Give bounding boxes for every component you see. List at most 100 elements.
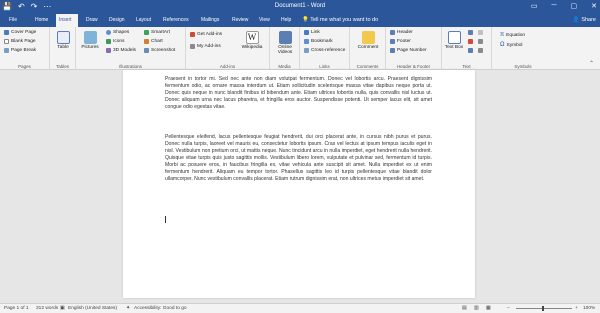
- document-page[interactable]: Praesent in tortor mi. Sed nec ante non …: [123, 70, 475, 298]
- table-icon: [56, 31, 70, 44]
- tab-view[interactable]: View: [256, 14, 273, 27]
- page-number-button[interactable]: Page Number: [390, 48, 427, 53]
- tab-design[interactable]: Design: [106, 14, 128, 27]
- drop-cap-icon: [468, 48, 473, 53]
- collapse-ribbon-icon[interactable]: ⌃: [589, 60, 594, 67]
- word-count[interactable]: 312 words: [36, 306, 58, 311]
- date-time-button[interactable]: [478, 39, 483, 44]
- group-text: Text Box Text: [442, 27, 492, 70]
- online-videos-button[interactable]: Online Videos: [272, 31, 298, 55]
- share-button[interactable]: 👤 Share: [573, 17, 596, 23]
- equation-button[interactable]: π Equation: [500, 32, 525, 38]
- tell-me-search[interactable]: 💡 Tell me what you want to do: [302, 17, 378, 23]
- cross-reference-button[interactable]: Cross-reference: [304, 48, 345, 53]
- language[interactable]: English (United States): [68, 306, 117, 311]
- group-comments: Comment Comments: [350, 27, 386, 70]
- status-bar: Page 1 of 1 312 words ▣ English (United …: [0, 303, 600, 313]
- header-icon: [390, 30, 395, 35]
- footer-button[interactable]: Footer: [390, 39, 411, 44]
- focus-mode-icon[interactable]: ▤: [462, 306, 467, 311]
- icons-icon: [106, 39, 111, 44]
- quick-parts-button[interactable]: [468, 30, 473, 35]
- wikipedia-icon: W: [245, 31, 259, 44]
- icons-button[interactable]: Icons: [106, 39, 124, 44]
- proofing-icon[interactable]: ▣: [60, 306, 65, 311]
- close-button[interactable]: ✕: [591, 2, 597, 10]
- my-addins-icon: [190, 44, 195, 49]
- tab-file[interactable]: File: [6, 14, 20, 27]
- tab-help[interactable]: Help: [278, 14, 294, 27]
- paragraph[interactable]: Pellentesque eleifend, lacus pellentesqu…: [165, 134, 432, 183]
- link-button[interactable]: Link: [304, 30, 320, 35]
- group-label: Text: [462, 64, 471, 69]
- cross-reference-icon: [304, 48, 309, 53]
- text-box-button[interactable]: Text Box: [444, 31, 464, 50]
- footer-icon: [390, 39, 395, 44]
- web-layout-icon[interactable]: ▦: [486, 306, 491, 311]
- group-label: Add-ins: [219, 64, 236, 69]
- ribbon: Cover Page Blank Page Page Break Pages T…: [0, 27, 600, 70]
- symbol-button[interactable]: Ω Symbol: [500, 42, 523, 48]
- page-count[interactable]: Page 1 of 1: [4, 306, 29, 311]
- cover-page-icon: [4, 30, 9, 35]
- group-illustrations: Pictures Shapes Icons 3D Models SmartArt…: [76, 27, 186, 70]
- tab-review[interactable]: Review: [229, 14, 251, 27]
- zoom-in-button[interactable]: +: [575, 306, 578, 311]
- group-media: Online Videos Media: [270, 27, 300, 70]
- accessibility-status[interactable]: Accessibility: Good to go: [134, 306, 187, 311]
- omega-icon: Ω: [500, 42, 505, 48]
- minimize-button[interactable]: ─: [552, 2, 557, 10]
- object-button[interactable]: [478, 48, 483, 53]
- group-symbols: π Equation Ω Symbol Symbols: [492, 27, 554, 70]
- page-break-button[interactable]: Page Break: [4, 48, 36, 53]
- tab-references[interactable]: References: [160, 14, 192, 27]
- header-button[interactable]: Header: [390, 30, 413, 35]
- video-icon: [278, 31, 292, 44]
- zoom-level[interactable]: 100%: [583, 306, 595, 311]
- comment-icon: [361, 31, 375, 44]
- group-label: Symbols: [514, 64, 532, 69]
- smartart-button[interactable]: SmartArt: [144, 30, 170, 35]
- my-addins-button[interactable]: My Add-ins: [190, 44, 221, 49]
- chart-button[interactable]: Chart: [144, 39, 163, 44]
- store-icon: [190, 32, 195, 37]
- tab-home[interactable]: Home: [32, 14, 51, 27]
- tab-layout[interactable]: Layout: [133, 14, 154, 27]
- ribbon-display-options-icon[interactable]: ▭: [531, 2, 538, 10]
- wordart-button[interactable]: [468, 39, 473, 44]
- tab-mailings[interactable]: Mailings: [198, 14, 222, 27]
- blank-page-icon: [4, 39, 9, 44]
- tab-draw[interactable]: Draw: [83, 14, 101, 27]
- cover-page-button[interactable]: Cover Page: [4, 30, 36, 35]
- paragraph[interactable]: Praesent in tortor mi. Sed nec ante non …: [165, 76, 432, 111]
- pi-icon: π: [500, 32, 505, 38]
- tab-insert[interactable]: Insert: [56, 14, 78, 27]
- date-time-icon: [478, 39, 483, 44]
- get-addins-button[interactable]: Get Add-ins: [190, 32, 222, 37]
- signature-line-button[interactable]: [478, 30, 483, 35]
- zoom-slider-thumb[interactable]: [542, 306, 544, 311]
- text-box-icon: [447, 31, 461, 44]
- 3d-models-button[interactable]: 3D Models: [106, 48, 136, 53]
- bookmark-button[interactable]: Bookmark: [304, 39, 333, 44]
- group-pages: Cover Page Blank Page Page Break Pages: [0, 27, 50, 70]
- print-layout-icon[interactable]: ▥: [474, 306, 479, 311]
- drop-cap-button[interactable]: [468, 48, 473, 53]
- screenshot-icon: [144, 48, 149, 53]
- shapes-button[interactable]: Shapes: [106, 30, 129, 35]
- pictures-icon: [83, 31, 97, 44]
- shapes-icon: [106, 30, 111, 35]
- group-header-footer: Header Footer Page Number Header & Foote…: [386, 27, 442, 70]
- pictures-button[interactable]: Pictures: [79, 31, 101, 50]
- zoom-out-button[interactable]: −: [507, 306, 510, 311]
- zoom-slider[interactable]: [516, 306, 572, 311]
- maximize-button[interactable]: ▢: [571, 2, 578, 10]
- wikipedia-button[interactable]: W Wikipedia: [238, 31, 266, 50]
- group-addins: Get Add-ins My Add-ins W Wikipedia Add-in…: [186, 27, 270, 70]
- wordart-icon: [468, 39, 473, 44]
- blank-page-button[interactable]: Blank Page: [4, 39, 36, 44]
- comment-button[interactable]: Comment: [353, 31, 383, 50]
- table-button[interactable]: Table: [53, 31, 73, 50]
- screenshot-button[interactable]: Screenshot: [144, 48, 175, 53]
- group-links: Link Bookmark Cross-reference Links: [300, 27, 350, 70]
